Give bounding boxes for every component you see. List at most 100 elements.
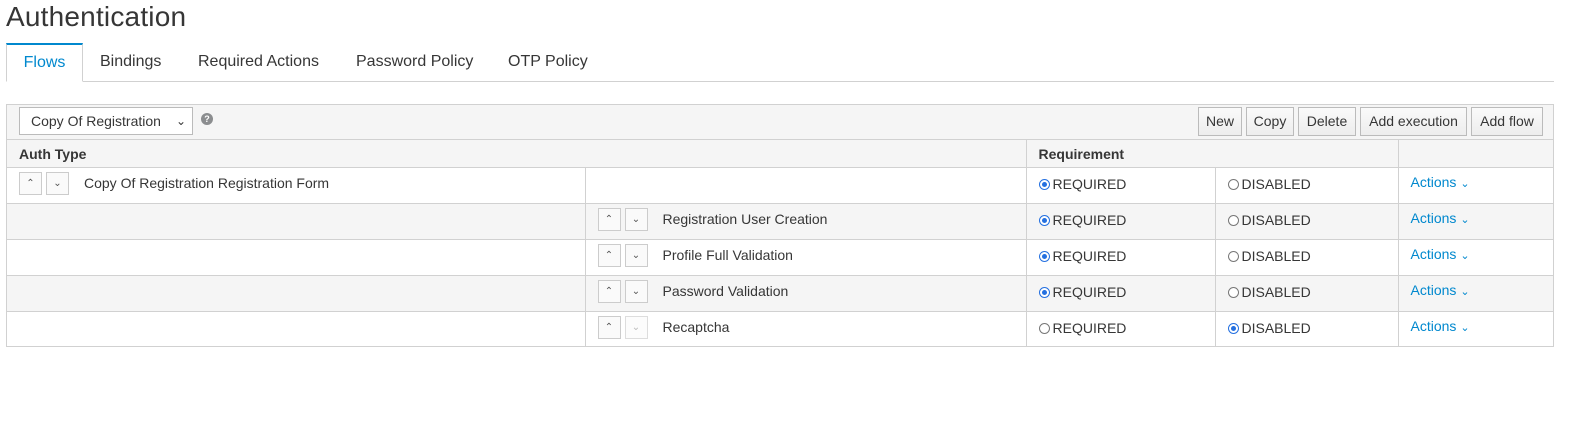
required-label: REQUIRED <box>1052 176 1127 192</box>
disabled-cell: DISABLED <box>1215 167 1399 204</box>
chevron-down-icon: ⌄ <box>1460 322 1470 334</box>
actions-dropdown[interactable]: Actions ⌄ <box>1411 246 1470 262</box>
chevron-down-icon: ⌄ <box>631 250 641 261</box>
actions-label: Actions <box>1410 210 1457 226</box>
table-header-row: Auth Type Requirement <box>7 140 1553 168</box>
required-label: REQUIRED <box>1052 248 1127 264</box>
radio-icon <box>1227 179 1239 190</box>
copy-button[interactable]: Copy <box>1246 107 1294 136</box>
required-cell: REQUIRED <box>1026 311 1216 347</box>
chevron-down-icon: ⌄ <box>53 178 62 189</box>
move-up-button[interactable]: ⌃ <box>597 280 621 303</box>
chevron-down-icon: ⌄ <box>631 286 641 297</box>
flow-toolbar: Copy Of Registration ⌄ ? New Copy Delete… <box>7 105 1553 140</box>
chevron-down-icon: ⌄ <box>631 214 641 225</box>
required-cell: REQUIRED <box>1026 203 1216 240</box>
radio-icon <box>1038 323 1050 334</box>
flow-select-value: Copy Of Registration <box>31 113 161 129</box>
required-label: REQUIRED <box>1052 320 1127 336</box>
tab-bar: Flows Bindings Required Actions Password… <box>6 43 1554 82</box>
radio-icon <box>1227 287 1239 298</box>
actions-label: Actions <box>1410 246 1457 262</box>
auth-type-cell <box>7 275 586 312</box>
execution-name: Profile Full Validation <box>662 247 793 263</box>
required-radio[interactable]: REQUIRED <box>1038 176 1127 192</box>
help-icon[interactable]: ? <box>201 113 213 125</box>
required-cell: REQUIRED <box>1026 275 1216 312</box>
actions-cell: Actions ⌄ <box>1398 312 1553 348</box>
new-button[interactable]: New <box>1198 107 1242 136</box>
disabled-radio[interactable]: DISABLED <box>1227 212 1311 228</box>
disabled-radio[interactable]: DISABLED <box>1227 176 1311 192</box>
actions-cell: Actions ⌄ <box>1398 239 1553 276</box>
move-up-button[interactable]: ⌃ <box>19 172 42 195</box>
chevron-up-icon: ⌃ <box>26 178 35 189</box>
required-label: REQUIRED <box>1052 212 1127 228</box>
header-actions <box>1398 140 1553 168</box>
chevron-up-icon: ⌃ <box>604 286 614 297</box>
auth-type-cell: ⌃ ⌄ Copy Of Registration Registration Form <box>7 167 586 204</box>
actions-cell: Actions ⌄ <box>1398 275 1553 312</box>
disabled-radio[interactable]: DISABLED <box>1227 284 1311 300</box>
actions-label: Actions <box>1410 318 1457 334</box>
required-cell: REQUIRED <box>1026 167 1216 204</box>
radio-icon <box>1038 287 1050 298</box>
tab-otp-policy[interactable]: OTP Policy <box>508 43 588 81</box>
add-execution-button[interactable]: Add execution <box>1360 107 1467 136</box>
actions-label: Actions <box>1410 282 1457 298</box>
sub-execution-cell: ⌃ ⌄ Password Validation <box>585 275 1027 312</box>
page-title: Authentication <box>6 1 187 32</box>
required-radio[interactable]: REQUIRED <box>1038 284 1126 300</box>
table-row: ⌃ ⌄ Password Validation REQUIRED DISABLED Act… <box>7 275 1553 312</box>
move-down-button[interactable]: ⌄ <box>624 208 648 231</box>
actions-dropdown[interactable]: Actions ⌄ <box>1411 318 1470 334</box>
tab-password-policy[interactable]: Password Policy <box>356 43 473 81</box>
required-radio[interactable]: REQUIRED <box>1038 212 1127 228</box>
move-down-button[interactable]: ⌄ <box>624 280 648 303</box>
tab-flows[interactable]: Flows <box>6 43 83 82</box>
disabled-label: DISABLED <box>1241 248 1311 264</box>
move-down-button[interactable]: ⌄ <box>624 316 648 339</box>
header-auth-type: Auth Type <box>7 140 1027 168</box>
table-row: ⌃ ⌄ Profile Full Validation REQUIRED DISABLE… <box>7 239 1553 276</box>
move-up-button[interactable]: ⌃ <box>597 208 621 231</box>
flow-select[interactable]: Copy Of Registration ⌄ <box>19 107 193 135</box>
actions-dropdown[interactable]: Actions ⌄ <box>1411 210 1470 226</box>
disabled-label: DISABLED <box>1241 212 1311 228</box>
required-radio[interactable]: REQUIRED <box>1038 248 1127 264</box>
actions-cell: Actions ⌄ <box>1398 203 1553 240</box>
execution-name: Copy Of Registration Registration Form <box>84 175 330 191</box>
sub-execution-cell <box>585 167 1027 204</box>
disabled-radio[interactable]: DISABLED <box>1227 320 1311 336</box>
auth-type-cell <box>7 203 586 240</box>
radio-icon <box>1038 179 1050 190</box>
move-down-button[interactable]: ⌄ <box>624 244 648 267</box>
move-up-button[interactable]: ⌃ <box>597 244 621 267</box>
sub-execution-cell: ⌃ ⌄ Registration User Creation <box>585 203 1027 240</box>
tab-bindings[interactable]: Bindings <box>100 43 161 81</box>
disabled-label: DISABLED <box>1241 284 1311 300</box>
table-row: ⌃ ⌄ Recaptcha REQUIRED DISABLED Actions ⌄ <box>7 311 1553 348</box>
radio-icon <box>1227 251 1239 262</box>
flows-panel: Copy Of Registration ⌄ ? New Copy Delete… <box>6 104 1554 347</box>
actions-dropdown[interactable]: Actions ⌄ <box>1411 174 1470 190</box>
actions-dropdown[interactable]: Actions ⌄ <box>1411 282 1470 298</box>
move-down-button[interactable]: ⌄ <box>46 172 69 195</box>
execution-name: Registration User Creation <box>662 211 828 227</box>
move-up-button[interactable]: ⌃ <box>597 316 621 339</box>
disabled-radio[interactable]: DISABLED <box>1227 248 1311 264</box>
delete-button[interactable]: Delete <box>1298 107 1356 136</box>
disabled-cell: DISABLED <box>1215 239 1399 276</box>
add-flow-button[interactable]: Add flow <box>1471 107 1543 136</box>
disabled-label: DISABLED <box>1241 176 1311 192</box>
chevron-down-icon: ⌄ <box>1460 178 1470 190</box>
execution-name: Recaptcha <box>662 319 730 335</box>
tab-required-actions[interactable]: Required Actions <box>198 43 319 81</box>
header-requirement: Requirement <box>1026 140 1399 168</box>
radio-icon <box>1038 215 1050 226</box>
executions-table: Auth Type Requirement ⌃ ⌄ Copy Of Registra… <box>7 140 1553 347</box>
table-row: ⌃ ⌄ Registration User Creation REQUIRED DISA… <box>7 203 1553 240</box>
required-radio[interactable]: REQUIRED <box>1038 320 1127 336</box>
sub-execution-cell: ⌃ ⌄ Recaptcha <box>585 311 1027 347</box>
chevron-down-icon: ⌄ <box>175 114 186 128</box>
